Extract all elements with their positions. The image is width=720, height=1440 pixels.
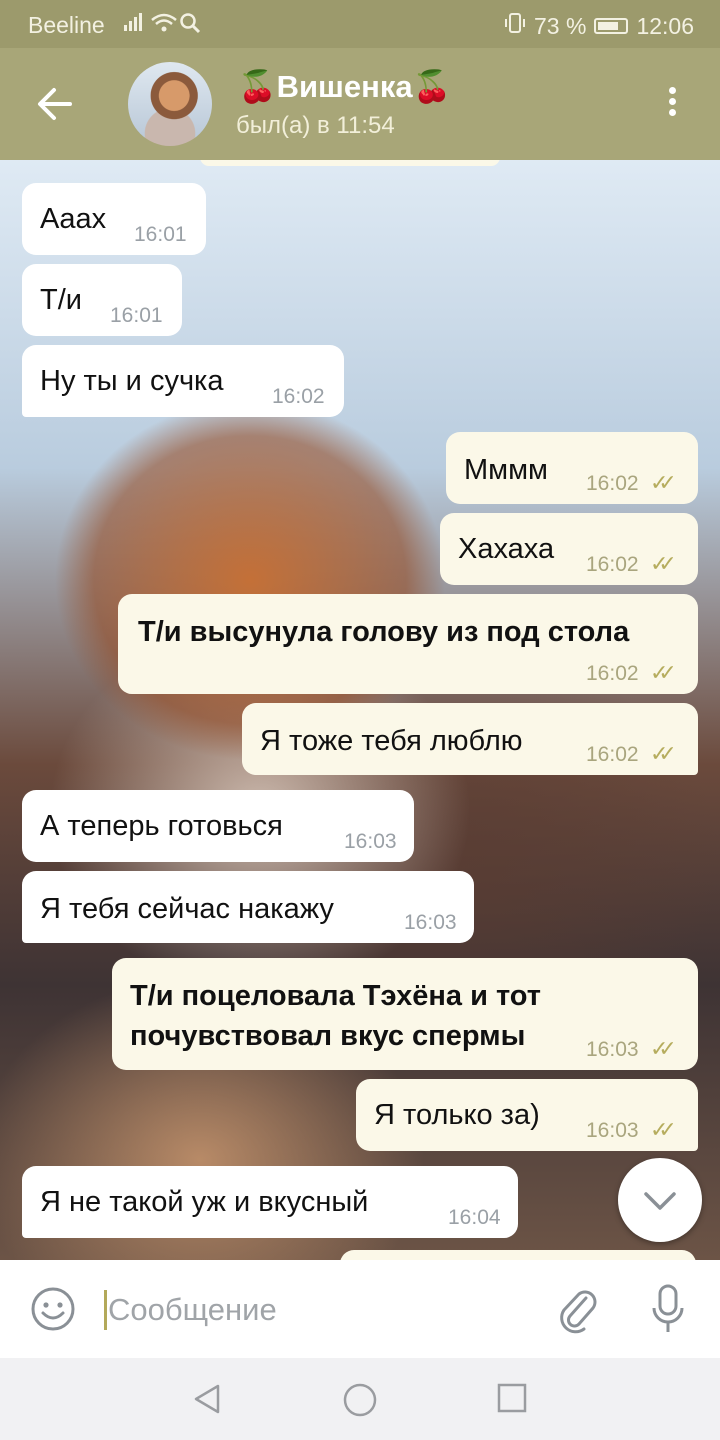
arrow-left-icon[interactable] bbox=[34, 84, 78, 124]
message-time: 16:04 bbox=[448, 1206, 501, 1229]
paperclip-icon[interactable] bbox=[556, 1286, 600, 1334]
battery-icon bbox=[594, 18, 629, 34]
double-check-icon: ✓✓ bbox=[650, 660, 677, 685]
emoji-icon[interactable] bbox=[30, 1286, 76, 1332]
message-bubble[interactable]: Я не такой уж и вкусный 16:04 bbox=[22, 1166, 518, 1238]
status-bar: Beeline 73 % 12:06 bbox=[0, 0, 720, 48]
message-text: А теперь готовься bbox=[40, 810, 283, 842]
message-text: Я тебя сейчас накажу bbox=[40, 893, 334, 925]
message-input[interactable] bbox=[108, 1288, 528, 1332]
battery-percent: 73 % bbox=[534, 12, 587, 39]
message-time: 16:03 bbox=[404, 911, 457, 934]
double-check-icon: ✓✓ bbox=[650, 551, 677, 576]
message-time: 16:02 bbox=[586, 743, 639, 766]
message-text: Ну ты и сучка bbox=[40, 365, 224, 397]
back-triangle-icon[interactable] bbox=[190, 1382, 224, 1421]
carrier-label: Beeline bbox=[28, 12, 105, 38]
message-time: 16:02 bbox=[272, 385, 325, 408]
message-bubble-partial bbox=[340, 1250, 696, 1260]
message-bubble[interactable]: Хахаха 16:02 ✓✓ bbox=[440, 513, 698, 585]
message-text: Я только за) bbox=[374, 1099, 540, 1131]
message-text: Я не такой уж и вкусный bbox=[40, 1186, 369, 1218]
message-bubble[interactable]: Я тебя сейчас накажу 16:03 bbox=[22, 871, 474, 943]
message-time: 16:01 bbox=[134, 223, 187, 246]
chat-title[interactable]: 🍒Вишенка🍒 bbox=[238, 68, 451, 105]
text-cursor bbox=[104, 1290, 107, 1330]
message-time: 16:03 bbox=[344, 830, 397, 853]
system-navigation-bar bbox=[0, 1358, 720, 1440]
message-time: 16:02 bbox=[586, 553, 639, 576]
message-bubble[interactable]: А теперь готовься 16:03 bbox=[22, 790, 414, 862]
double-check-icon: ✓✓ bbox=[650, 1036, 677, 1061]
message-bubble[interactable]: Ну ты и сучка 16:02 bbox=[22, 345, 344, 417]
message-bubble[interactable]: Аaах 16:01 bbox=[22, 183, 206, 255]
double-check-icon: ✓✓ bbox=[650, 1117, 677, 1142]
double-check-icon: ✓✓ bbox=[650, 741, 677, 766]
chat-area[interactable]: Аaах 16:01 Т/и 16:01 Ну ты и сучка 16:02… bbox=[0, 160, 720, 1260]
double-check-icon: ✓✓ bbox=[650, 470, 677, 495]
message-text: Хахаха bbox=[458, 533, 555, 565]
vibrate-icon bbox=[504, 12, 526, 40]
recents-square-icon[interactable] bbox=[496, 1382, 528, 1419]
message-text-line-1: Т/и поцеловала Тэхёна и тот bbox=[130, 980, 541, 1012]
last-seen-status: был(а) в 11:54 bbox=[236, 112, 395, 139]
message-text-line-2: почувствовал вкус спермы bbox=[130, 1020, 526, 1052]
scroll-down-button[interactable] bbox=[618, 1158, 702, 1242]
message-composer bbox=[0, 1260, 720, 1358]
message-time: 16:01 bbox=[110, 304, 163, 327]
message-text: Т/и высунула голову из под стола bbox=[138, 616, 630, 648]
more-vert-icon[interactable] bbox=[660, 84, 684, 124]
message-time: 16:02 bbox=[586, 662, 639, 685]
message-text: Т/и bbox=[40, 284, 82, 316]
message-bubble[interactable]: Т/и 16:01 bbox=[22, 264, 182, 336]
message-time: 16:03 bbox=[586, 1038, 639, 1061]
avatar[interactable] bbox=[128, 62, 212, 146]
message-bubble[interactable]: Я тоже тебя люблю 16:02 ✓✓ bbox=[242, 703, 698, 775]
message-time: 16:02 bbox=[586, 472, 639, 495]
microphone-icon[interactable] bbox=[650, 1282, 686, 1338]
home-circle-icon[interactable] bbox=[342, 1382, 378, 1423]
message-text: Я тоже тебя люблю bbox=[260, 725, 523, 757]
message-time: 16:03 bbox=[586, 1119, 639, 1142]
chat-header: 🍒Вишенка🍒 был(а) в 11:54 bbox=[0, 48, 720, 160]
message-text: Аaах bbox=[40, 203, 107, 235]
message-bubble[interactable]: Я только за) 16:03 ✓✓ bbox=[356, 1079, 698, 1151]
message-bubble[interactable]: Т/и поцеловала Тэхёна и тот почувствовал… bbox=[112, 958, 698, 1070]
signal-wifi-search-icons bbox=[122, 10, 206, 42]
message-bubble[interactable]: Мммм 16:02 ✓✓ bbox=[446, 432, 698, 504]
message-text: Мммм bbox=[464, 454, 548, 486]
message-bubble[interactable]: Т/и высунула голову из под стола 16:02 ✓… bbox=[118, 594, 698, 694]
message-bubble-partial bbox=[200, 160, 500, 166]
clock: 12:06 bbox=[636, 12, 694, 39]
chevron-down-icon bbox=[644, 1192, 676, 1210]
